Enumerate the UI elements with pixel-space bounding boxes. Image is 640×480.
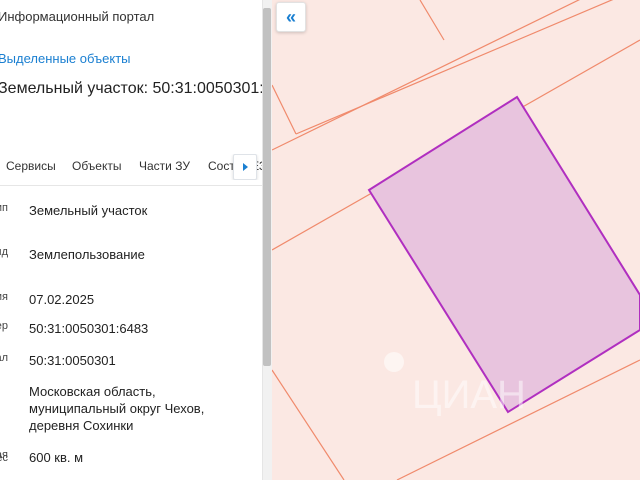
row-label: Вид xyxy=(0,246,8,258)
row-label: Площадь уточненная xyxy=(0,449,8,461)
row-label: Тип xyxy=(0,202,8,214)
chevron-right-icon xyxy=(242,163,248,171)
row-value: Земельный участок xyxy=(29,203,148,218)
parcel-title: Земельный участок: 50:31:0050301:6483 xyxy=(0,80,262,97)
pin-icon xyxy=(384,352,404,372)
selected-objects-link[interactable]: Выделенные объекты xyxy=(0,51,131,66)
row-value: 600 кв. м xyxy=(29,450,84,465)
panel-scrollbar-thumb[interactable] xyxy=(263,8,271,366)
row-label: Кадастровый квартал xyxy=(0,352,8,364)
boundary-line xyxy=(272,369,345,480)
portal-title: Информационный портал xyxy=(0,9,155,24)
row-value: Московская область, муниципальный округ … xyxy=(29,384,205,433)
boundary-line xyxy=(295,0,614,135)
tab-divider xyxy=(0,185,262,186)
watermark xyxy=(384,352,404,372)
row-label: Дата присвоения xyxy=(0,291,8,303)
collapse-panel-button[interactable]: « xyxy=(276,2,306,32)
boundary-line xyxy=(419,0,445,41)
row-label: Кадастровый номер xyxy=(0,320,8,332)
row-value: Землепользование xyxy=(29,247,145,262)
tab-bar: Сервисы Объекты Части ЗУ Состав ЕЗП xyxy=(0,154,262,180)
boundary-line xyxy=(272,0,581,151)
tabs-next-button[interactable] xyxy=(233,154,257,180)
tab-objects[interactable]: Объекты xyxy=(72,159,122,173)
double-chevron-left-icon: « xyxy=(285,7,296,27)
tab-parcel-parts[interactable]: Части ЗУ xyxy=(139,159,190,173)
watermark-text: ЦИАН xyxy=(412,373,526,417)
selected-parcel[interactable] xyxy=(367,95,640,414)
row-value: 50:31:0050301:6483 xyxy=(29,321,149,336)
row-value: 50:31:0050301 xyxy=(29,353,116,368)
tab-services[interactable]: Сервисы xyxy=(6,159,56,173)
map-canvas: ЦИАН xyxy=(272,0,640,480)
row-value: 07.02.2025 xyxy=(29,292,95,307)
boundary-line xyxy=(272,84,297,135)
info-panel: Информационный портал Выделенные объекты… xyxy=(0,0,262,480)
cadastral-map[interactable]: ЦИАН xyxy=(272,0,640,480)
